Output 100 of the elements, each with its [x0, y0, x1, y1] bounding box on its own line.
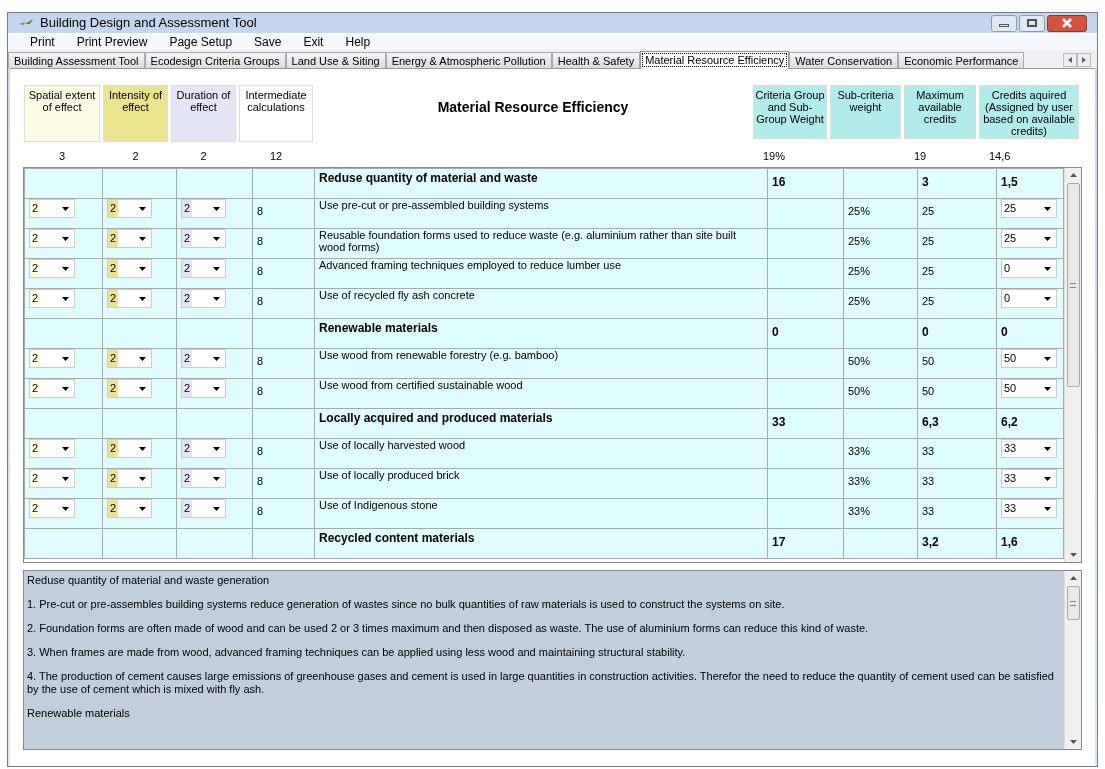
caret-icon [62, 446, 69, 451]
dropdown[interactable]: 2 [29, 349, 75, 368]
dropdown[interactable]: 25 [1001, 199, 1057, 218]
table-cell: 50% [848, 355, 871, 367]
caret-icon [213, 296, 220, 301]
dropdown[interactable]: 50 [1001, 349, 1057, 368]
table-cell: 0 [922, 325, 929, 339]
factor-value: 3 [58, 149, 66, 164]
dropdown[interactable]: 2 [29, 199, 75, 218]
column-header: Duration of effect [171, 85, 236, 142]
scroll-up-icon[interactable] [1069, 576, 1077, 580]
table-cell: 25% [848, 295, 871, 307]
scroll-down-icon[interactable] [1069, 553, 1077, 557]
column-header: Spatial extent of effect [24, 85, 100, 142]
caret-icon [213, 386, 220, 391]
dropdown[interactable]: 2 [107, 379, 152, 398]
caret-icon [1044, 266, 1051, 271]
dropdown[interactable]: 2 [107, 499, 152, 518]
dropdown[interactable]: 2 [181, 499, 226, 518]
menu-item[interactable]: Save [254, 32, 282, 51]
table-cell: 50 [922, 355, 935, 367]
note-paragraph: 2. Foundation forms are often made of wood and can be used 2 or 3 times maximum and then disposed as waste. The use of aluminium forms can reduce this kind of waste. [27, 622, 870, 635]
dropdown[interactable]: 2 [29, 499, 75, 518]
minimize-button[interactable] [991, 14, 1017, 32]
tab[interactable]: Building Assessment Tool [8, 52, 145, 68]
caret-icon [1044, 446, 1051, 451]
table-cell: 33 [922, 475, 935, 487]
table-cell: 25% [848, 235, 871, 247]
dropdown[interactable]: 2 [29, 259, 75, 278]
tab[interactable]: Material Resource Efficiency [640, 51, 790, 69]
scroll-left-button[interactable] [1063, 53, 1077, 67]
scroll-down-icon[interactable] [1069, 740, 1077, 744]
scrollbar[interactable] [1064, 168, 1081, 562]
caret-icon [213, 506, 220, 511]
caret-icon [62, 386, 69, 391]
caret-icon [213, 266, 220, 271]
dropdown[interactable]: 25 [1001, 229, 1057, 248]
table-cell: Use wood from certified sustainable wood [319, 379, 523, 391]
dropdown[interactable]: 2 [181, 349, 226, 368]
scrollbar[interactable] [1064, 571, 1081, 749]
table-cell: 25 [922, 235, 935, 247]
close-button[interactable] [1047, 14, 1087, 32]
caret-icon [213, 236, 220, 241]
dropdown[interactable]: 2 [107, 439, 152, 458]
dropdown[interactable]: 2 [181, 379, 226, 398]
menu-item[interactable]: Exit [303, 32, 324, 51]
column-header: Criteria Group and Sub-Group Weight [753, 85, 827, 139]
dropdown[interactable]: 2 [29, 439, 75, 458]
dropdown[interactable]: 2 [29, 469, 75, 488]
caret-icon [62, 356, 69, 361]
dropdown[interactable]: 2 [29, 289, 75, 308]
menu-item[interactable]: Help [345, 32, 371, 51]
dropdown[interactable]: 2 [181, 289, 226, 308]
dropdown[interactable]: 0 [1001, 289, 1057, 308]
dropdown[interactable]: 2 [181, 259, 226, 278]
scroll-up-icon[interactable] [1069, 173, 1077, 177]
dropdown[interactable]: 33 [1001, 439, 1057, 458]
dropdown[interactable]: 2 [181, 229, 226, 248]
dropdown[interactable]: 2 [181, 469, 226, 488]
table-cell: 25 [922, 295, 935, 307]
table-cell: 6,2 [1001, 415, 1018, 429]
dropdown[interactable]: 2 [107, 289, 152, 308]
dropdown[interactable]: 50 [1001, 379, 1057, 398]
dropdown[interactable]: 2 [181, 439, 226, 458]
table-cell: 0 [772, 325, 779, 339]
tab[interactable]: Land Use & Siting [285, 52, 386, 68]
maximize-button[interactable] [1019, 14, 1045, 32]
caret-icon [139, 386, 146, 391]
tab[interactable]: Economic Performance [898, 52, 1025, 68]
table-cell: 1,6 [1001, 535, 1018, 549]
close-icon [1061, 18, 1073, 28]
dropdown[interactable]: 2 [107, 259, 152, 278]
dropdown[interactable]: 2 [107, 229, 152, 248]
caret-icon [139, 206, 146, 211]
tab[interactable]: Energy & Atmospheric Pollution [385, 52, 552, 68]
tab[interactable]: Water Conservation [789, 52, 899, 68]
table-cell: Use of recycled fly ash concrete [319, 289, 475, 301]
dropdown[interactable]: 2 [181, 199, 226, 218]
scroll-right-button[interactable] [1077, 53, 1091, 67]
menu-item[interactable]: Page Setup [169, 32, 233, 51]
dropdown[interactable]: 2 [107, 199, 152, 218]
dropdown[interactable]: 2 [107, 469, 152, 488]
dropdown[interactable]: 2 [29, 379, 75, 398]
dropdown[interactable]: 2 [107, 349, 152, 368]
table-cell: 33 [772, 415, 786, 429]
caret-icon [62, 296, 69, 301]
dropdown[interactable]: 2 [29, 229, 75, 248]
table-cell: 8 [257, 355, 264, 367]
dropdown[interactable]: 33 [1001, 469, 1057, 488]
table-cell: 25 [922, 205, 935, 217]
table-cell: 33% [848, 475, 871, 487]
dropdown[interactable]: 33 [1001, 499, 1057, 518]
menu-item[interactable]: Print Preview [76, 32, 148, 51]
menu-item[interactable]: Print [30, 32, 55, 51]
caret-icon [139, 266, 146, 271]
tab[interactable]: Health & Safety [551, 52, 641, 68]
group-title: Locally acquired and produced materials [319, 411, 553, 425]
tab[interactable]: Ecodesign Criteria Groups [144, 52, 286, 68]
table-cell: 33 [922, 445, 935, 457]
dropdown[interactable]: 0 [1001, 259, 1057, 278]
